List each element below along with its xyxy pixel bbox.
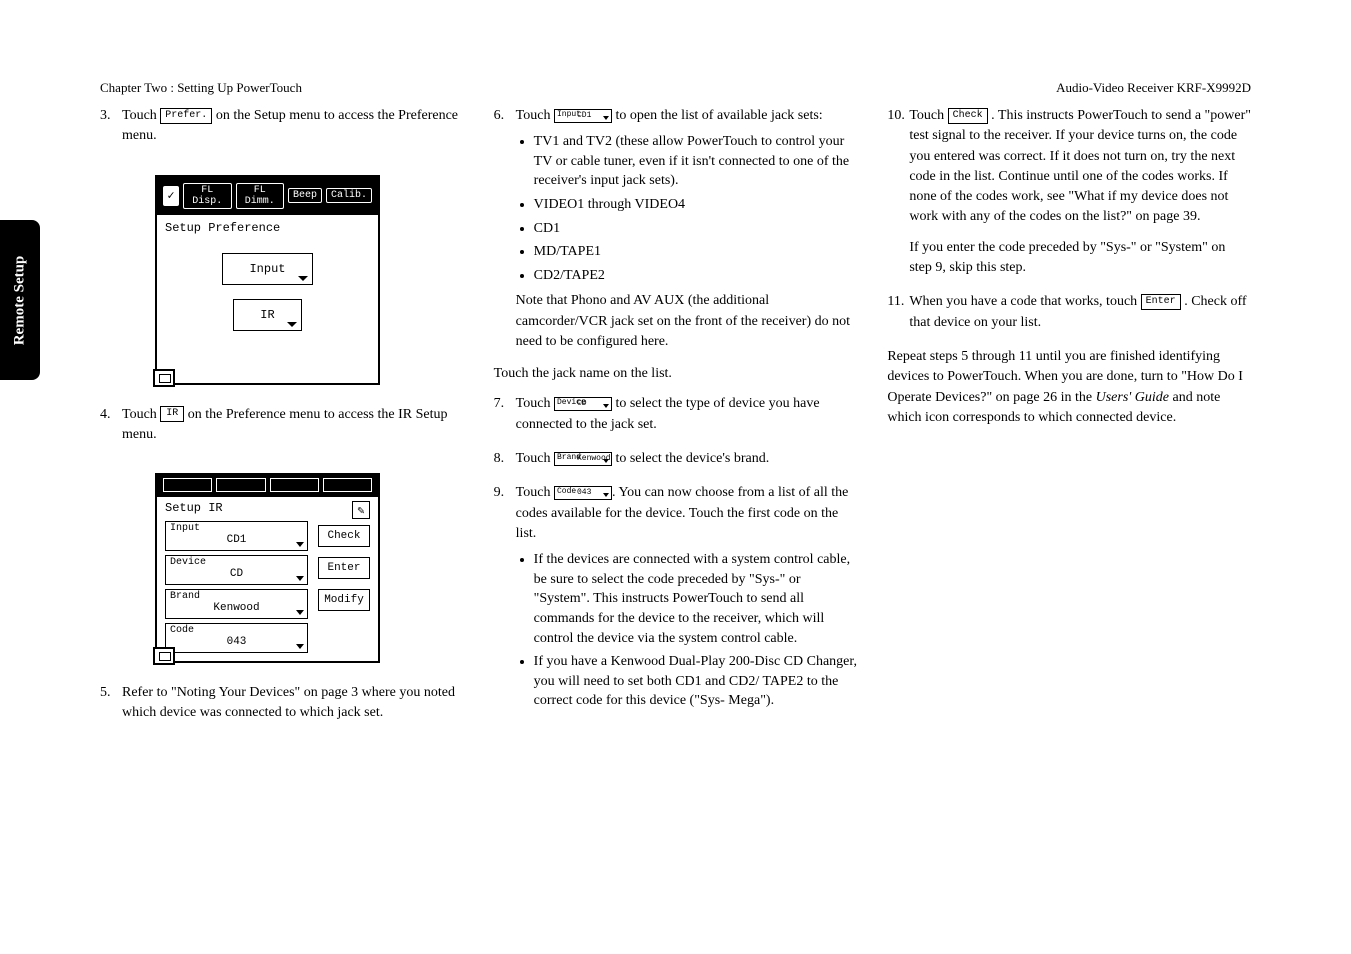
top-slot — [163, 478, 212, 492]
top-slot — [323, 478, 372, 492]
step-9: 9. Touch Code043. You can now choose fro… — [494, 483, 858, 717]
step-6: 6. Touch InputCD1 to open the list of av… — [494, 106, 858, 352]
check-button-icon: Check — [948, 108, 988, 124]
list-item: VIDEO1 through VIDEO4 — [534, 195, 858, 215]
top-slot — [270, 478, 319, 492]
step-number: 7. — [494, 394, 516, 435]
tab-fl-dimm: FL Dimm. — [236, 183, 284, 209]
enter-button: Enter — [318, 557, 370, 579]
list-item: If the devices are connected with a syst… — [534, 550, 858, 648]
step-number: 9. — [494, 483, 516, 717]
step-number: 8. — [494, 449, 516, 469]
input-field: Input CD1 — [165, 521, 308, 551]
device-field-icon: DeviceCD — [554, 397, 612, 411]
text: Touch — [516, 396, 554, 411]
text: . This instructs PowerTouch to send a "p… — [909, 108, 1251, 224]
code-notes: If the devices are connected with a syst… — [516, 550, 858, 711]
input-button: Input — [222, 253, 312, 285]
tab-fl-disp: FL Disp. — [183, 183, 231, 209]
list-item: CD2/TAPE2 — [534, 266, 858, 286]
text: to select the device's brand. — [612, 451, 769, 466]
page-header: Chapter Two : Setting Up PowerTouch Audi… — [70, 80, 1251, 96]
emphasis: Users' Guide — [1096, 390, 1169, 405]
code-field-icon: Code043 — [554, 486, 612, 500]
step-number: 10. — [887, 106, 909, 278]
device-field: Device CD — [165, 555, 308, 585]
note-text: If you enter the code preceded by "Sys-"… — [909, 238, 1251, 279]
field-label: Input — [170, 523, 200, 534]
header-right: Audio-Video Receiver KRF-X9992D — [1056, 80, 1251, 96]
check-button: Check — [318, 525, 370, 547]
step-10: 10. Touch Check . This instructs PowerTo… — [887, 106, 1251, 278]
screen-title: Setup IR — [165, 501, 223, 515]
modify-button: Modify — [318, 589, 370, 611]
text: Touch — [122, 407, 160, 422]
text: Touch — [909, 108, 947, 123]
brand-field-icon: BrandKenwood — [554, 452, 612, 466]
tab-beep: Beep — [288, 188, 322, 203]
step-5: 5. Refer to "Noting Your Devices" on pag… — [100, 683, 464, 724]
step-number: 3. — [100, 106, 122, 147]
screen-title: Setup Preference — [157, 215, 378, 241]
step-7: 7. Touch DeviceCD to select the type of … — [494, 394, 858, 435]
column-2: 6. Touch InputCD1 to open the list of av… — [494, 106, 858, 738]
list-item: If you have a Kenwood Dual-Play 200-Disc… — [534, 652, 858, 711]
repeat-instruction: Repeat steps 5 through 11 until you are … — [887, 347, 1251, 428]
step-number: 11. — [887, 292, 909, 333]
side-tab: Remote Setup — [0, 220, 40, 380]
text: Refer to "Noting Your Devices" on page 3… — [122, 683, 464, 724]
input-field-icon: InputCD1 — [554, 109, 612, 123]
list-item: CD1 — [534, 219, 858, 239]
step-3: 3. Touch Prefer. on the Setup menu to ac… — [100, 106, 464, 147]
field-label: Device — [170, 557, 206, 568]
tv-icon — [153, 647, 175, 665]
step-8: 8. Touch BrandKenwood to select the devi… — [494, 449, 858, 469]
text: Touch — [122, 108, 160, 123]
edit-icon: ✎ — [352, 501, 370, 519]
text: Touch — [516, 451, 554, 466]
code-field: Code 043 — [165, 623, 308, 653]
column-1: 3. Touch Prefer. on the Setup menu to ac… — [100, 106, 464, 738]
ir-icon: IR — [160, 406, 184, 422]
step-4: 4. Touch IR on the Preference menu to ac… — [100, 405, 464, 446]
header-left: Chapter Two : Setting Up PowerTouch — [100, 80, 302, 96]
step-number: 5. — [100, 683, 122, 724]
check-icon: ✓ — [163, 186, 179, 206]
column-3: 10. Touch Check . This instructs PowerTo… — [887, 106, 1251, 738]
side-tab-label: Remote Setup — [12, 255, 29, 345]
field-value: CD — [170, 568, 303, 580]
note-text: Note that Phono and AV AUX (the addition… — [516, 291, 858, 352]
text: Touch — [516, 108, 554, 123]
field-value: Kenwood — [170, 602, 303, 614]
ir-button: IR — [233, 299, 301, 331]
text: When you have a code that works, touch — [909, 294, 1140, 309]
field-value: 043 — [170, 636, 303, 648]
field-value: CD1 — [170, 534, 303, 546]
instruction-text: Touch the jack name on the list. — [494, 366, 858, 382]
field-label: Code — [170, 625, 194, 636]
list-item: MD/TAPE1 — [534, 242, 858, 262]
text: Touch — [516, 485, 554, 500]
jack-list: TV1 and TV2 (these allow PowerTouch to c… — [516, 132, 858, 285]
tab-calib: Calib. — [326, 188, 372, 203]
top-slot — [216, 478, 265, 492]
prefer-icon: Prefer. — [160, 108, 212, 124]
step-11: 11. When you have a code that works, tou… — [887, 292, 1251, 333]
list-item: TV1 and TV2 (these allow PowerTouch to c… — [534, 132, 858, 191]
step-number: 6. — [494, 106, 516, 352]
step-number: 4. — [100, 405, 122, 446]
setup-ir-screen: Setup IR ✎ Input CD1 Device CD — [155, 473, 380, 663]
field-label: Brand — [170, 591, 200, 602]
tv-icon — [153, 369, 175, 387]
setup-preference-screen: ✓ FL Disp. FL Dimm. Beep Calib. Setup Pr… — [155, 175, 380, 385]
enter-button-icon: Enter — [1141, 294, 1181, 310]
brand-field: Brand Kenwood — [165, 589, 308, 619]
text: to open the list of available jack sets: — [612, 108, 823, 123]
